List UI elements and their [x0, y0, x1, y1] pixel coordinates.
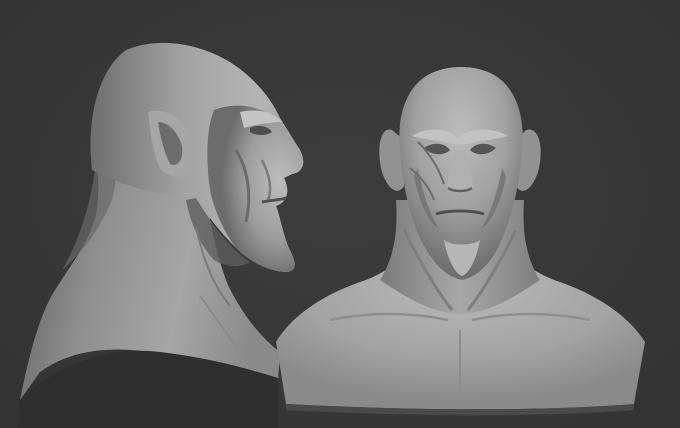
sculpt-front-view: [276, 67, 645, 416]
sculpt-render: [18, 42, 645, 428]
sculpt-side-view: [18, 42, 304, 428]
sculpt-viewport[interactable]: [0, 0, 680, 428]
